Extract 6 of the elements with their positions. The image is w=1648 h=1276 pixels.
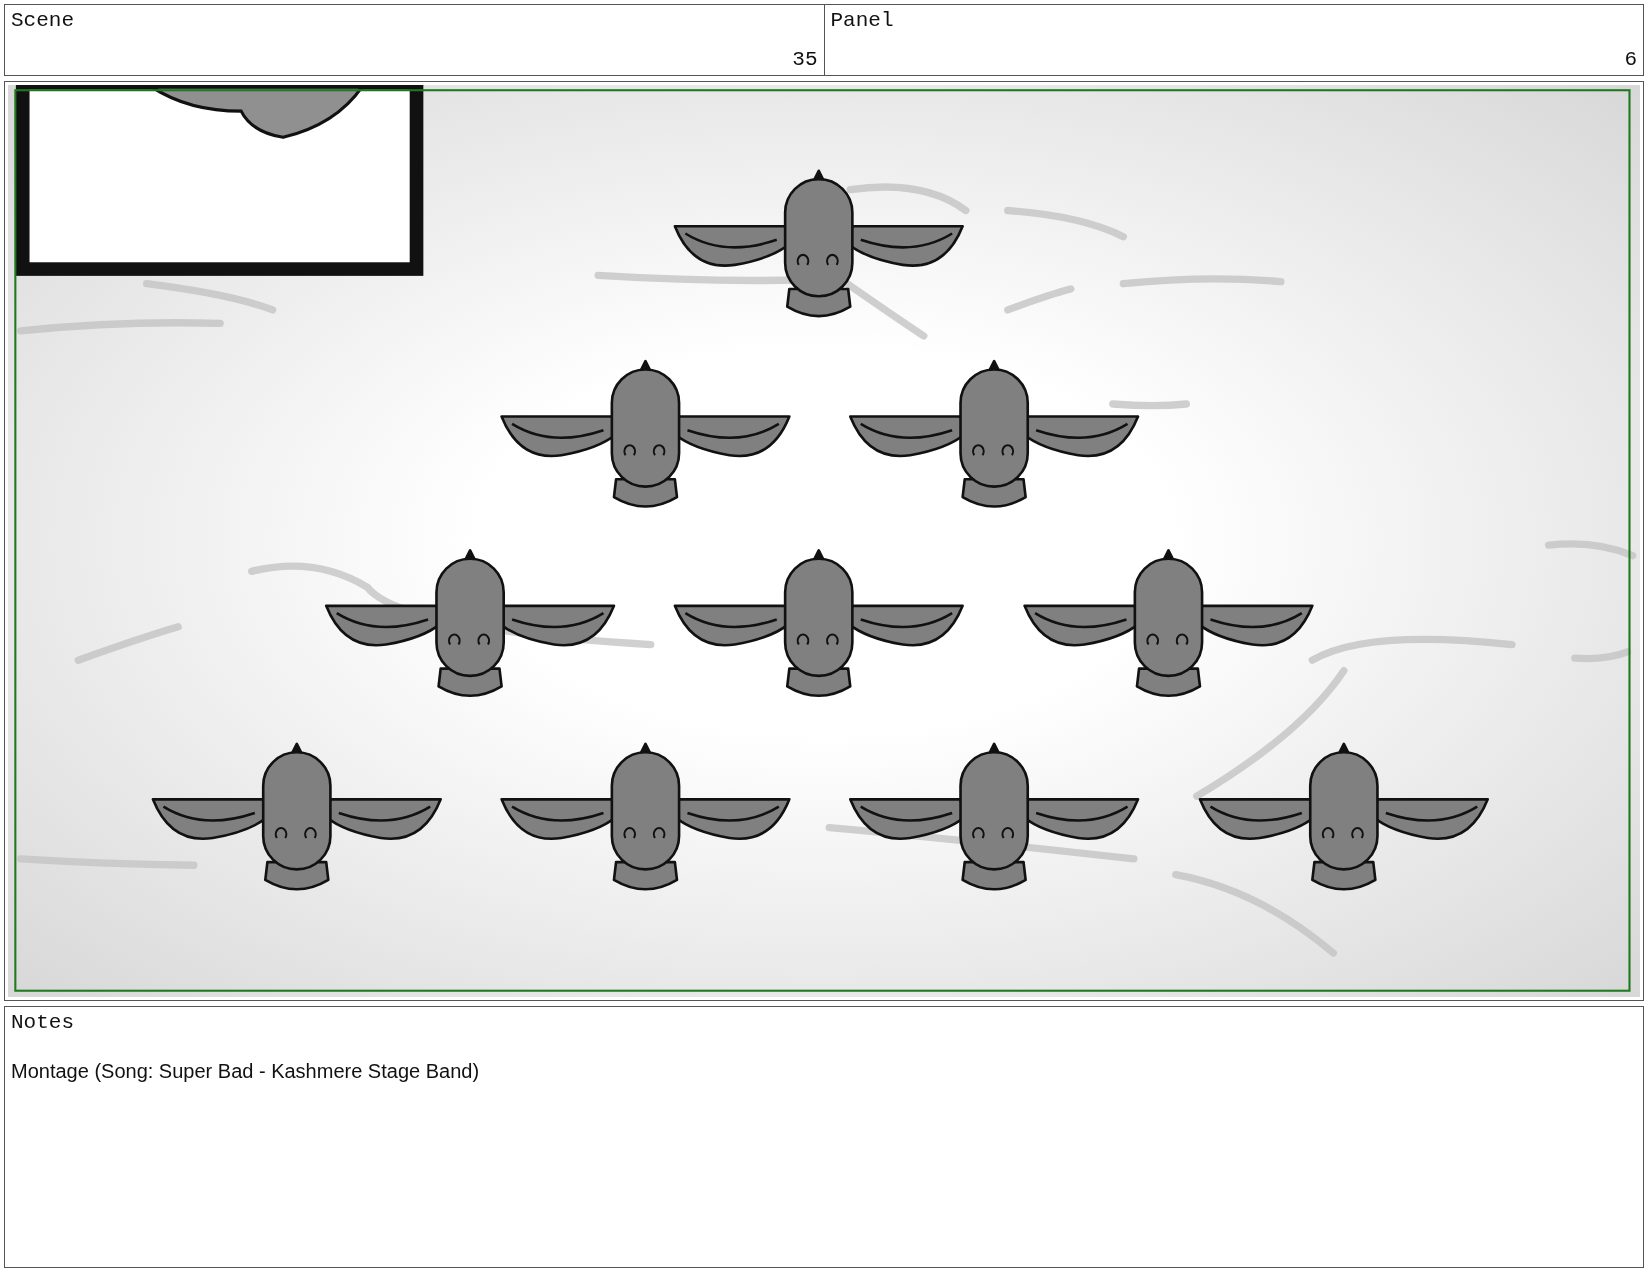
notes-label: Notes	[11, 1011, 74, 1034]
panel-label: Panel	[830, 9, 894, 32]
panel-number: 6	[1624, 48, 1637, 71]
scene-number: 35	[792, 48, 818, 71]
scene-label: Scene	[11, 9, 74, 32]
notes-text: Montage (Song: Super Bad - Kashmere Stage Band)	[11, 1060, 480, 1083]
